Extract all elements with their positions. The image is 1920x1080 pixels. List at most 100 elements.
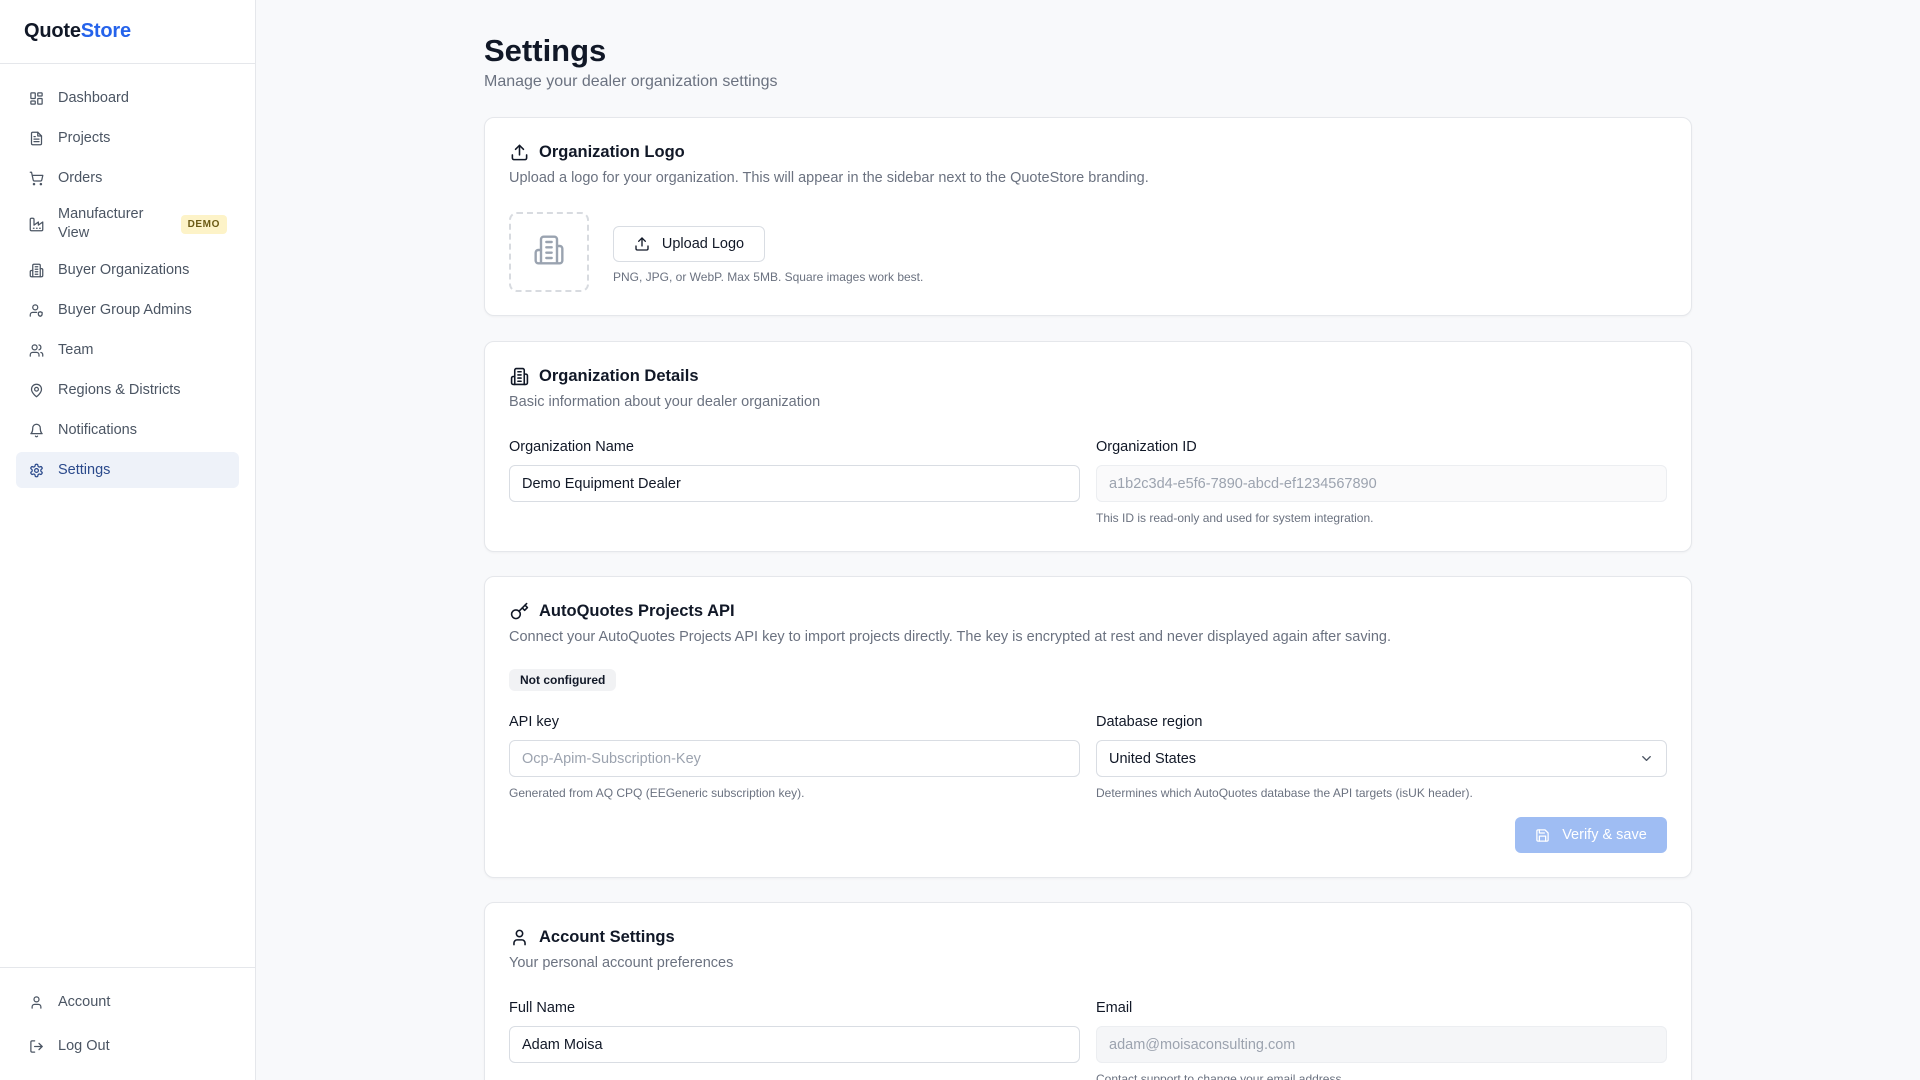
email-field-group: Email adam@moisaconsulting.com Contact s… [1096, 1000, 1667, 1080]
database-region-hint: Determines which AutoQuotes database the… [1096, 786, 1473, 800]
sidebar-item-label: Log Out [58, 1037, 110, 1054]
organization-id-input[interactable]: a1b2c3d4-e5f6-7890-abcd-ef1234567890 [1096, 465, 1667, 502]
api-key-field-group: API key Ocp-Apim-Subscription-Key Genera… [509, 714, 1080, 800]
email-hint: Contact support to change your email add… [1096, 1072, 1345, 1080]
building-icon [509, 366, 529, 386]
email-input[interactable]: adam@moisaconsulting.com [1096, 1026, 1667, 1063]
sidebar-item-notifications[interactable]: Notifications [16, 412, 239, 448]
key-icon [509, 601, 529, 621]
account-settings-card: Account Settings Your personal account p… [484, 902, 1692, 1080]
sidebar-item-label: Projects [58, 129, 111, 146]
status-badge: Not configured [509, 669, 617, 691]
building-icon [533, 234, 565, 271]
demo-badge: DEMO [180, 214, 227, 234]
bell-icon [28, 422, 44, 438]
sidebar-item-label: Manufacturer View [58, 206, 144, 241]
cart-icon [28, 170, 44, 186]
card-description: Basic information about your dealer orga… [509, 394, 821, 410]
organization-name-input[interactable]: Demo Equipment Dealer [509, 465, 1080, 502]
card-title: Account Settings [539, 927, 675, 946]
organization-id-hint: This ID is read-only and used for system… [1096, 511, 1374, 525]
card-description: Your personal account preferences [509, 955, 734, 971]
brand-logo[interactable]: Quote Store [0, 0, 255, 64]
user-icon [28, 994, 44, 1010]
api-key-input[interactable]: Ocp-Apim-Subscription-Key [509, 740, 1080, 777]
main-content: Settings Manage your dealer organization… [484, 0, 1692, 1080]
organization-id-label: Organization ID [1096, 439, 1197, 455]
dashboard-icon [28, 90, 44, 106]
full-name-label: Full Name [509, 1000, 576, 1016]
card-description: Connect your AutoQuotes Projects API key… [509, 629, 1392, 645]
user-icon [509, 927, 529, 947]
map-pin-icon [28, 382, 44, 398]
factory-icon [28, 216, 44, 232]
upload-icon [634, 236, 650, 252]
logout-icon [28, 1038, 44, 1054]
sidebar-nav: Dashboard Projects Orders Manufacturer V… [0, 64, 255, 488]
card-header: Organization Details [509, 366, 1667, 386]
sidebar-item-label: Buyer Group Admins [58, 301, 192, 318]
api-key-label: API key [509, 714, 559, 730]
card-header: Account Settings [509, 927, 1667, 947]
sidebar: Quote Store Dashboard Projects Orders Man… [0, 0, 256, 1080]
email-label: Email [1096, 1000, 1133, 1016]
organization-name-label: Organization Name [509, 439, 634, 455]
full-name-input[interactable]: Adam Moisa [509, 1026, 1080, 1063]
sidebar-item-buyer-organizations[interactable]: Buyer Organizations [16, 252, 239, 288]
page-title: Settings [484, 33, 607, 68]
database-region-field-group: Database region United States Determines… [1096, 714, 1667, 800]
card-description: Upload a logo for your organization. Thi… [509, 170, 1149, 186]
upload-logo-button[interactable]: Upload Logo [613, 226, 765, 262]
card-title: Organization Details [539, 366, 699, 385]
building-icon [28, 262, 44, 278]
organization-details-card: Organization Details Basic information a… [484, 341, 1692, 552]
sidebar-item-orders[interactable]: Orders [16, 160, 239, 196]
gear-icon [28, 462, 44, 478]
card-header: Organization Logo [509, 142, 1667, 162]
sidebar-item-projects[interactable]: Projects [16, 120, 239, 156]
verify-save-button[interactable]: Verify & save [1515, 817, 1667, 853]
sidebar-item-buyer-group-admins[interactable]: Buyer Group Admins [16, 292, 239, 328]
sidebar-item-dashboard[interactable]: Dashboard [16, 80, 239, 116]
sidebar-item-label: Buyer Organizations [58, 261, 190, 278]
organization-id-field-group: Organization ID a1b2c3d4-e5f6-7890-abcd-… [1096, 439, 1667, 525]
card-title: AutoQuotes Projects API [539, 601, 735, 620]
database-region-label: Database region [1096, 714, 1203, 730]
verify-save-label: Verify & save [1562, 827, 1647, 843]
sidebar-item-settings[interactable]: Settings [16, 452, 239, 488]
upload-icon [509, 142, 529, 162]
sidebar-footer: Account Log Out [0, 967, 255, 1070]
sidebar-item-label: Orders [58, 169, 103, 186]
sidebar-item-regions-districts[interactable]: Regions & Districts [16, 372, 239, 408]
users-icon [28, 342, 44, 358]
sidebar-item-team[interactable]: Team [16, 332, 239, 368]
brand-text-quote: Quote [24, 20, 81, 42]
sidebar-item-label: Regions & Districts [58, 381, 181, 398]
api-key-hint: Generated from AQ CPQ (EEGeneric subscri… [509, 786, 805, 800]
upload-hint: PNG, JPG, or WebP. Max 5MB. Square image… [613, 270, 924, 284]
sidebar-item-label: Team [58, 341, 94, 358]
organization-name-field-group: Organization Name Demo Equipment Dealer [509, 439, 1080, 502]
sidebar-item-account[interactable]: Account [16, 982, 239, 1022]
sidebar-item-logout[interactable]: Log Out [16, 1026, 239, 1066]
document-icon [28, 130, 44, 146]
sidebar-item-label: Settings [58, 461, 111, 478]
organization-logo-card: Organization Logo Upload a logo for your… [484, 117, 1692, 316]
user-shield-icon [28, 302, 44, 318]
autoquotes-api-card: AutoQuotes Projects API Connect your Aut… [484, 576, 1692, 878]
save-icon [1535, 828, 1550, 843]
sidebar-item-manufacturer-view[interactable]: Manufacturer View DEMO [16, 200, 239, 248]
sidebar-item-label: Dashboard [58, 89, 129, 106]
card-header: AutoQuotes Projects API [509, 601, 1667, 621]
brand-text-store: Store [80, 20, 131, 42]
database-region-select[interactable]: United States [1096, 740, 1667, 777]
full-name-field-group: Full Name Adam Moisa [509, 1000, 1080, 1063]
sidebar-item-label: Account [58, 993, 111, 1010]
card-title: Organization Logo [539, 142, 685, 161]
chevron-down-icon [1639, 751, 1654, 766]
upload-logo-label: Upload Logo [661, 236, 745, 252]
page-subtitle: Manage your dealer organization settings [484, 73, 778, 90]
logo-dropzone[interactable] [509, 212, 589, 292]
database-region-value: United States [1109, 750, 1197, 767]
sidebar-item-label: Notifications [58, 421, 137, 438]
